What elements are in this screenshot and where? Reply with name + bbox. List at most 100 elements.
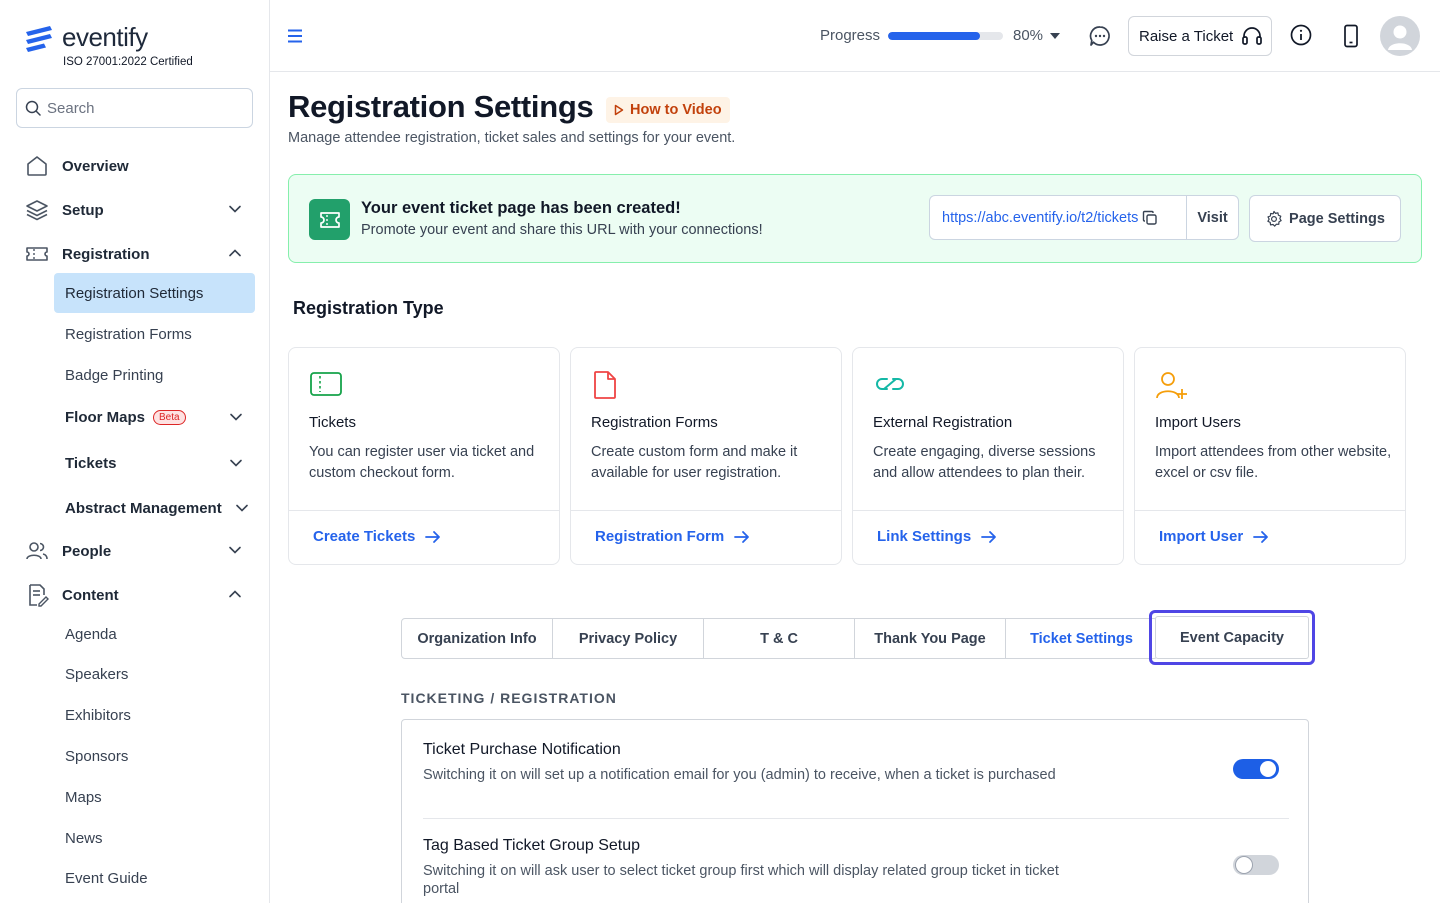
sidebar-item-setup[interactable]: Setup bbox=[24, 190, 246, 230]
ticket-url-box: https://abc.eventify.io/t2/tickets Visit bbox=[929, 195, 1239, 240]
arrow-right-icon bbox=[1253, 530, 1269, 543]
sidebar-item-floor-maps[interactable]: Floor Maps Beta bbox=[54, 397, 255, 437]
raise-ticket-button[interactable]: Raise a Ticket bbox=[1128, 16, 1272, 56]
link-settings-link[interactable]: Link Settings bbox=[877, 528, 997, 545]
brand-name: eventify bbox=[62, 22, 148, 52]
hamburger-menu-icon[interactable] bbox=[287, 28, 303, 44]
settings-tabs: Organization Info Privacy Policy T & C T… bbox=[401, 618, 1158, 659]
brand-logo[interactable]: eventify bbox=[24, 22, 148, 53]
tab-thank-you-page[interactable]: Thank You Page bbox=[855, 619, 1006, 658]
registration-type-card-tickets: Tickets You can register user via ticket… bbox=[288, 347, 560, 565]
setting-description: Switching it on will ask user to select … bbox=[423, 863, 1059, 897]
sidebar-item-tickets[interactable]: Tickets bbox=[54, 443, 255, 483]
sidebar-item-agenda[interactable]: Agenda bbox=[54, 614, 255, 654]
page-subtitle: Manage attendee registration, ticket sal… bbox=[288, 130, 736, 146]
users-icon bbox=[24, 538, 50, 564]
play-icon bbox=[614, 104, 624, 116]
chevron-down-icon bbox=[230, 413, 242, 421]
user-add-icon bbox=[1156, 372, 1187, 399]
registration-type-card-forms: Registration Forms Create custom form an… bbox=[570, 347, 842, 565]
tab-privacy-policy[interactable]: Privacy Policy bbox=[553, 619, 704, 658]
chat-icon[interactable] bbox=[1088, 24, 1112, 48]
user-avatar[interactable] bbox=[1380, 16, 1420, 56]
tab-organization-info[interactable]: Organization Info bbox=[402, 619, 553, 658]
link-icon bbox=[876, 378, 904, 390]
gear-icon bbox=[1267, 210, 1282, 227]
top-bar: Progress 80% Raise a Ticket bbox=[270, 0, 1440, 72]
layers-icon bbox=[24, 197, 50, 223]
ticket-icon bbox=[24, 241, 50, 267]
banner-title: Your event ticket page has been created! bbox=[361, 199, 681, 217]
info-icon[interactable] bbox=[1290, 24, 1312, 46]
card-description: You can register user via ticket and cus… bbox=[309, 444, 535, 481]
card-divider bbox=[571, 510, 841, 511]
setting-divider bbox=[423, 818, 1289, 819]
visit-button[interactable]: Visit bbox=[1186, 196, 1238, 239]
raise-ticket-label: Raise a Ticket bbox=[1139, 27, 1234, 45]
search-input[interactable] bbox=[47, 99, 247, 117]
sidebar-item-exhibitors[interactable]: Exhibitors bbox=[54, 695, 255, 735]
setting-ticket-purchase-notification: Ticket Purchase Notification Switching i… bbox=[423, 741, 1289, 784]
sidebar-item-label: Overview bbox=[62, 157, 129, 175]
sidebar-item-registration[interactable]: Registration bbox=[24, 234, 246, 274]
caret-down-icon[interactable] bbox=[1050, 33, 1060, 39]
chevron-down-icon bbox=[236, 504, 248, 512]
tab-terms-and-conditions[interactable]: T & C bbox=[704, 619, 855, 658]
progress-bar-fill bbox=[888, 32, 980, 40]
registration-form-link[interactable]: Registration Form bbox=[595, 528, 750, 545]
ticketing-section-title: TICKETING / REGISTRATION bbox=[401, 690, 617, 706]
sidebar-item-speakers[interactable]: Speakers bbox=[54, 654, 255, 694]
sidebar-item-sponsors[interactable]: Sponsors bbox=[54, 736, 255, 776]
sidebar-item-event-guide[interactable]: Event Guide bbox=[54, 858, 255, 898]
sidebar-item-registration-settings[interactable]: Registration Settings bbox=[54, 273, 255, 313]
sidebar-item-news[interactable]: News bbox=[54, 818, 255, 858]
sidebar-item-label: Abstract Management bbox=[65, 499, 222, 517]
tab-event-capacity[interactable]: Event Capacity bbox=[1155, 616, 1309, 659]
certification-label: ISO 27001:2022 Certified bbox=[63, 56, 193, 68]
how-to-video-link[interactable]: How to Video bbox=[606, 97, 730, 123]
import-user-link[interactable]: Import User bbox=[1159, 528, 1269, 545]
sidebar-item-badge-printing[interactable]: Badge Printing bbox=[54, 355, 255, 395]
card-title: Tickets bbox=[309, 414, 356, 431]
tab-ticket-settings[interactable]: Ticket Settings bbox=[1006, 619, 1157, 658]
sidebar-item-content[interactable]: Content bbox=[24, 575, 246, 615]
chevron-down-icon bbox=[230, 459, 242, 467]
mobile-icon[interactable] bbox=[1343, 24, 1359, 48]
sidebar: eventify ISO 27001:2022 Certified Overvi… bbox=[0, 0, 270, 903]
setting-title: Tag Based Ticket Group Setup bbox=[423, 837, 641, 854]
sidebar-item-people[interactable]: People bbox=[24, 531, 246, 571]
card-title: Registration Forms bbox=[591, 414, 718, 431]
create-tickets-link[interactable]: Create Tickets bbox=[313, 528, 441, 545]
progress-label: Progress bbox=[820, 27, 881, 44]
sidebar-item-overview[interactable]: Overview bbox=[24, 146, 246, 186]
chevron-up-icon bbox=[229, 590, 241, 598]
card-link-label: Registration Form bbox=[595, 528, 725, 545]
registration-type-title: Registration Type bbox=[293, 298, 444, 318]
sidebar-item-label: Floor Maps bbox=[65, 408, 146, 426]
chevron-down-icon bbox=[229, 546, 241, 554]
card-link-label: Link Settings bbox=[877, 528, 972, 545]
ticket-icon bbox=[309, 199, 350, 240]
card-title: External Registration bbox=[873, 414, 1013, 431]
sidebar-item-registration-forms[interactable]: Registration Forms bbox=[54, 314, 255, 354]
ticket-purchase-notification-toggle[interactable] bbox=[1233, 759, 1279, 779]
card-link-label: Create Tickets bbox=[313, 528, 416, 545]
sidebar-item-abstract-management[interactable]: Abstract Management bbox=[54, 488, 255, 528]
progress-value: 80% bbox=[1013, 27, 1044, 44]
card-description: Create custom form and make it available… bbox=[591, 444, 798, 481]
page-settings-button[interactable]: Page Settings bbox=[1249, 195, 1401, 242]
sidebar-item-maps[interactable]: Maps bbox=[54, 777, 255, 817]
sidebar-item-label: Setup bbox=[62, 201, 104, 219]
card-divider bbox=[289, 510, 559, 511]
registration-type-card-external: External Registration Create engaging, d… bbox=[852, 347, 1124, 565]
card-title: Import Users bbox=[1155, 414, 1241, 431]
arrow-right-icon bbox=[425, 530, 441, 543]
ticket-url-link[interactable]: https://abc.eventify.io/t2/tickets bbox=[930, 210, 1186, 226]
copy-icon[interactable] bbox=[1142, 210, 1158, 226]
search-icon bbox=[25, 100, 41, 116]
setting-title: Ticket Purchase Notification bbox=[423, 741, 621, 758]
ticket-page-created-banner: Your event ticket page has been created!… bbox=[288, 174, 1422, 263]
tag-based-ticket-group-toggle[interactable] bbox=[1233, 855, 1279, 875]
setting-tag-based-ticket-group: Tag Based Ticket Group Setup Switching i… bbox=[423, 837, 1289, 898]
toggle-knob bbox=[1260, 761, 1276, 777]
